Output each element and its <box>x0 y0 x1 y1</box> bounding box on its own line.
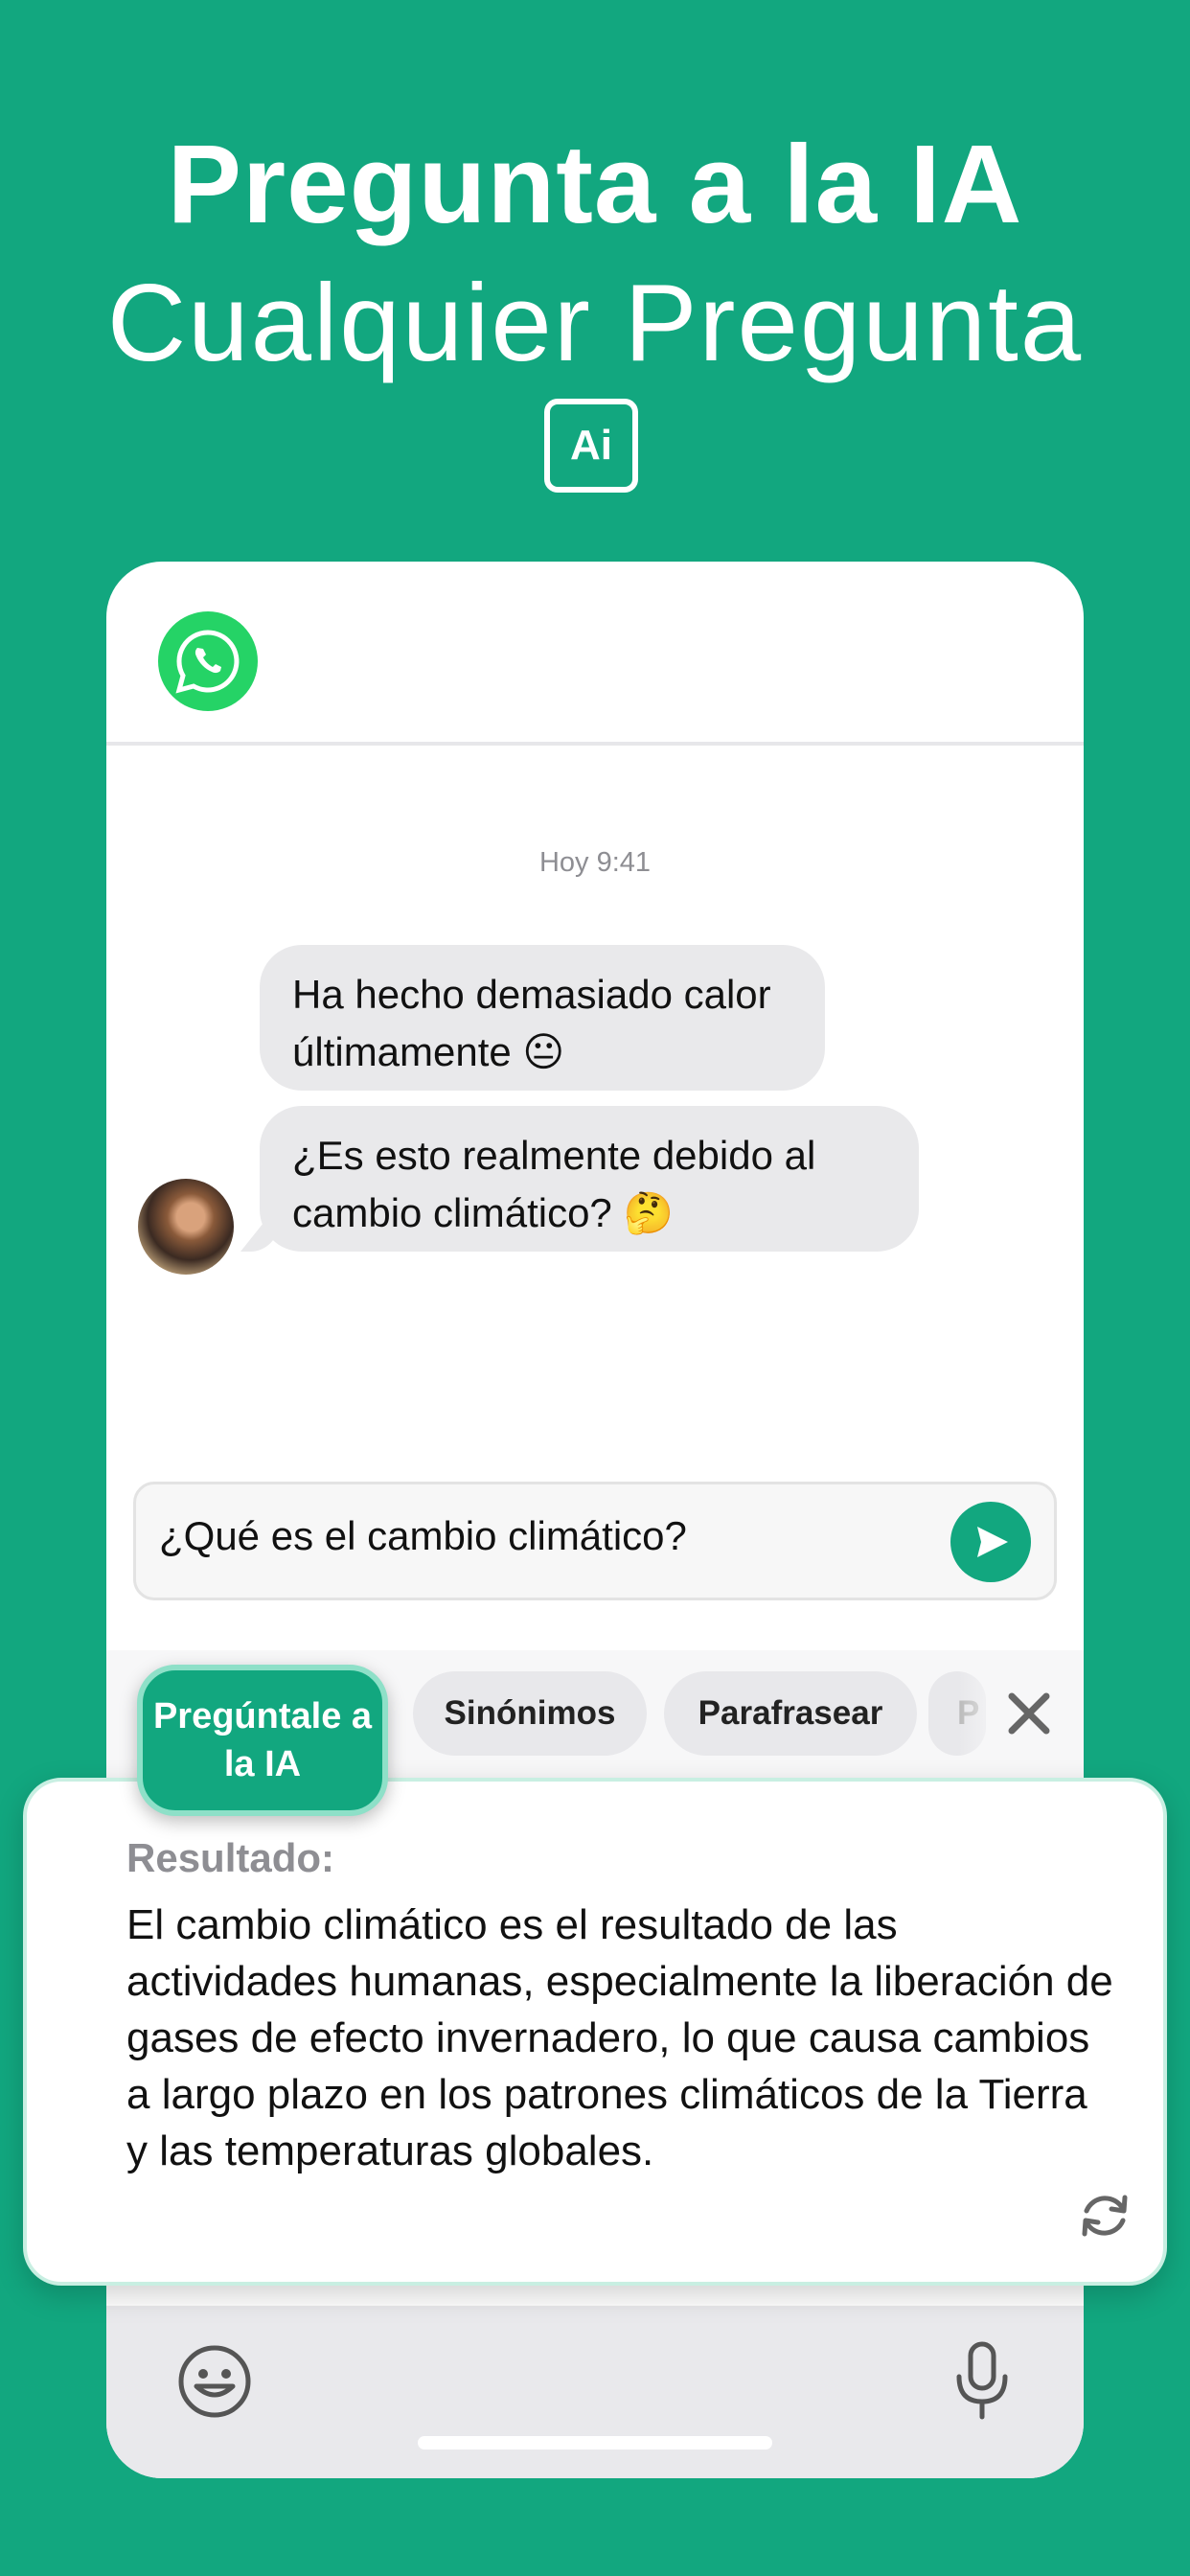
send-icon <box>977 1527 1008 1557</box>
bubble-tail <box>240 1223 279 1252</box>
result-panel: Resultado: El cambio climático es el res… <box>23 1778 1167 2286</box>
result-label: Resultado: <box>126 1835 335 1880</box>
ai-badge-icon: Ai <box>544 399 638 493</box>
close-icon[interactable] <box>1002 1687 1056 1740</box>
send-button[interactable] <box>950 1502 1031 1582</box>
microphone-icon[interactable] <box>950 2340 1015 2421</box>
refresh-icon[interactable] <box>1075 2186 1134 2245</box>
paraphrase-chip[interactable]: Parafrasear <box>664 1671 917 1756</box>
keyboard-bar <box>106 2306 1084 2478</box>
whatsapp-logo-icon <box>158 611 258 711</box>
chip-fade <box>959 1650 1007 1794</box>
message-input[interactable]: ¿Qué es el cambio climático? <box>133 1482 1057 1600</box>
message-bubble: Ha hecho demasiado calor últimamente 😐 <box>260 945 825 1091</box>
ask-ai-button[interactable]: Pregúntale a la IA <box>137 1665 388 1816</box>
result-text: El cambio climático es el resultado de l… <box>126 1901 1113 2174</box>
message-bubble: ¿Es esto realmente debido al cambio clim… <box>260 1106 919 1252</box>
avatar[interactable] <box>138 1179 234 1275</box>
chat-header <box>106 562 1084 746</box>
synonyms-chip[interactable]: Sinónimos <box>413 1671 647 1756</box>
emoji-icon[interactable] <box>177 2344 252 2419</box>
message-input-value[interactable]: ¿Qué es el cambio climático? <box>159 1513 687 1559</box>
chat-timestamp: Hoy 9:41 <box>538 847 652 878</box>
hero-title: Pregunta a la IA <box>167 122 1023 246</box>
hero-subtitle: Cualquier Pregunta <box>106 263 1084 384</box>
home-indicator <box>418 2436 772 2450</box>
